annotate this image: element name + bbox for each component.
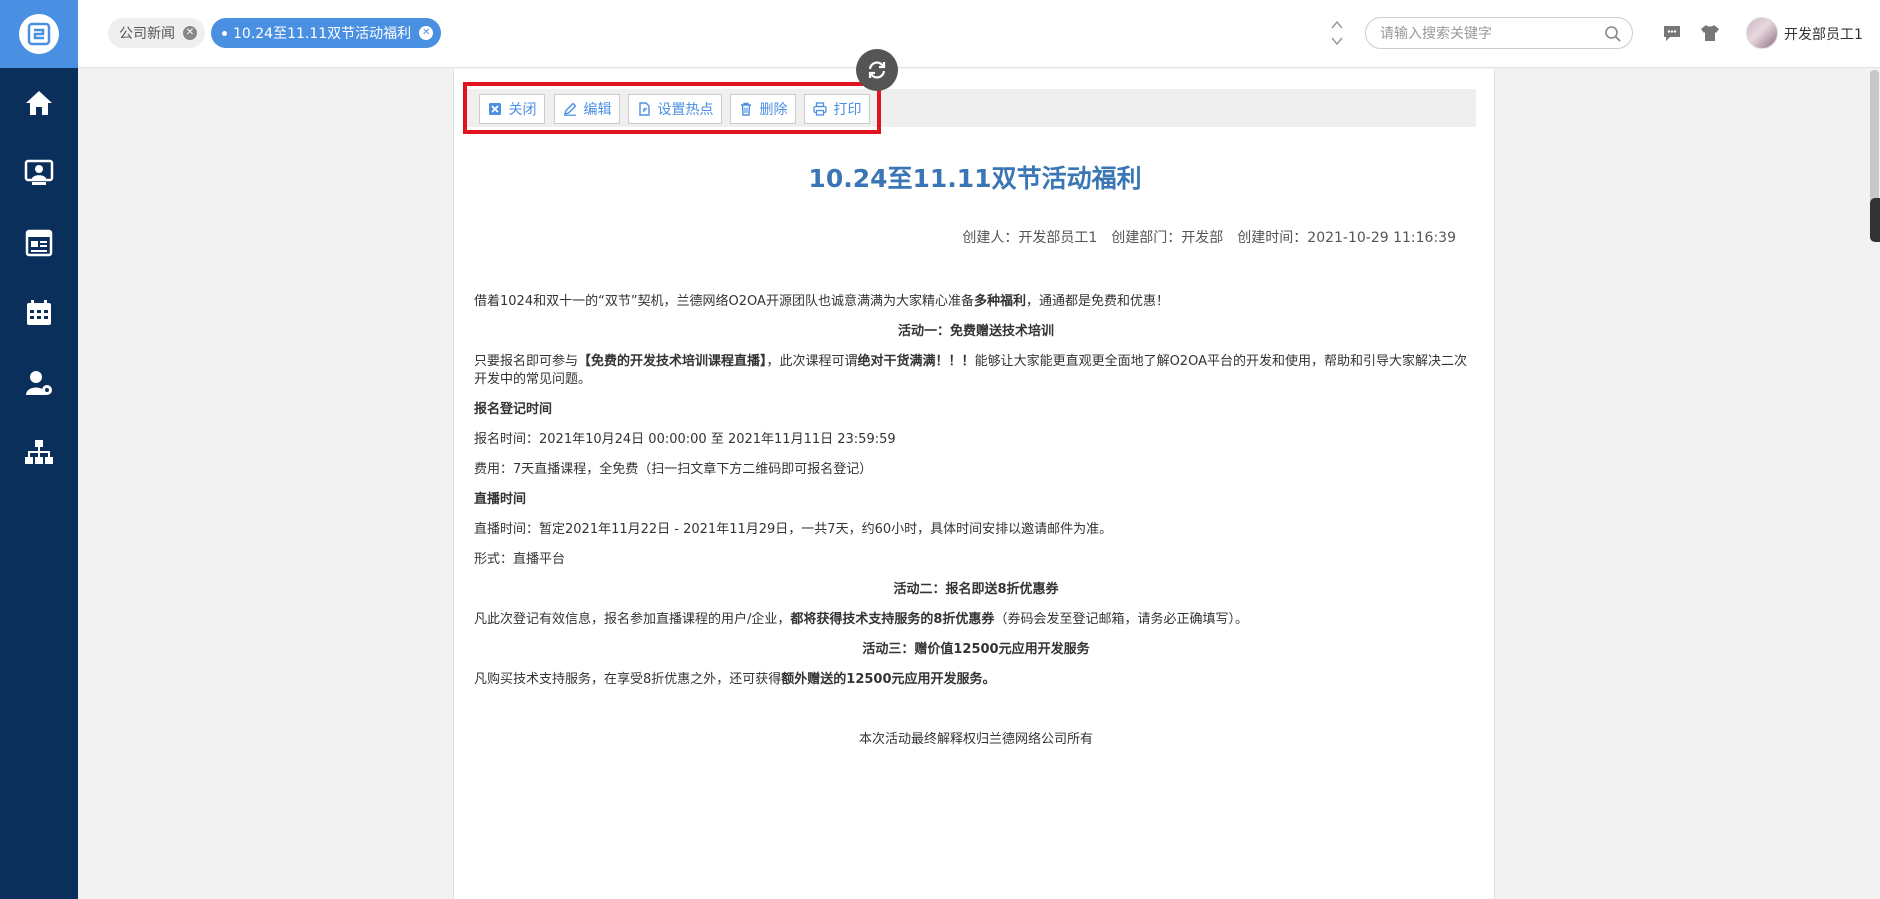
sidebar-item-user-settings[interactable] xyxy=(0,348,78,418)
calendar-icon xyxy=(27,300,51,325)
chat-icon[interactable] xyxy=(1661,22,1683,44)
intro-text: 借着1024和双十一的“双节”契机，兰德网络O2OA开源团队也诚意满满为大家精心… xyxy=(474,294,974,309)
activity1-text-mid: ，此次课程可谓 xyxy=(766,354,858,369)
search-icon[interactable] xyxy=(1604,25,1622,43)
app-logo[interactable] xyxy=(0,0,78,68)
live-heading: 直播时间 xyxy=(474,492,527,507)
activity2-bold: 都将获得技术支持服务的8折优惠券 xyxy=(790,612,995,627)
activity3-heading: 活动三：赠价值12500元应用开发服务 xyxy=(862,642,1090,657)
dept-value: 开发部 xyxy=(1181,230,1224,246)
sidebar-item-news[interactable] xyxy=(0,208,78,278)
news-icon xyxy=(25,229,53,257)
dept-label: 创建部门： xyxy=(1111,230,1182,246)
tab-company-news[interactable]: 公司新闻 ✕ xyxy=(108,18,205,48)
creator-value: 开发部员工1 xyxy=(1018,230,1098,246)
activity3-bold: 额外赠送的12500元应用开发服务。 xyxy=(781,672,996,687)
activity2-text: 凡此次登记有效信息，报名参加直播课程的用户/企业， xyxy=(474,612,791,627)
sidebar-item-calendar[interactable] xyxy=(0,278,78,348)
activity3-paragraph: 凡购买技术支持服务，在享受8折优惠之外，还可获得额外赠送的12500元应用开发服… xyxy=(474,671,996,689)
activity1-text: 只要报名即可参与 xyxy=(474,354,579,369)
registration-heading: 报名登记时间 xyxy=(474,402,553,417)
refresh-button[interactable] xyxy=(856,49,898,91)
activity2-text-end: （券码会发至登记邮箱，请务必正确填写）。 xyxy=(994,612,1248,627)
scrollbar-thumb[interactable] xyxy=(1870,70,1879,210)
time-label: 创建时间： xyxy=(1237,230,1308,246)
footer-note: 本次活动最终解释权归兰德网络公司所有 xyxy=(858,732,1093,747)
activity3-text: 凡购买技术支持服务，在享受8折优惠之外，还可获得 xyxy=(474,672,782,687)
user-gear-icon xyxy=(26,371,52,395)
fee-text: 费用：7天直播课程，全免费（扫一扫文章下方二维码即可报名登记） xyxy=(474,462,873,477)
document-panel: 关闭 编辑 设置热点 删除 打印 10.24至11.11双节活动福利 创建人：开… xyxy=(453,69,1495,899)
top-bar: 公司新闻 ✕ 10.24至11.11双节活动福利 ✕ 开发部员工1 xyxy=(78,0,1880,68)
org-chart-icon xyxy=(25,440,53,464)
time-meta: 创建时间：2021-10-29 11:16:39 xyxy=(1237,227,1456,247)
intro-bold: 多种福利 xyxy=(973,294,1026,309)
expand-collapse-icon[interactable] xyxy=(1330,18,1344,48)
page-title: 10.24至11.11双节活动福利 xyxy=(808,164,1142,193)
document-meta: 创建人：开发部员工1 创建部门：开发部 创建时间：2021-10-29 11:1… xyxy=(962,227,1456,247)
tab-close-icon[interactable]: ✕ xyxy=(419,26,434,40)
activity1-paragraph: 只要报名即可参与【免费的开发技术培训课程直播】，此次课程可谓绝对干货满满！！！能… xyxy=(474,353,1478,389)
sidebar-item-home[interactable] xyxy=(0,68,78,138)
active-dot-icon xyxy=(222,30,227,36)
format-text: 形式：直播平台 xyxy=(474,552,566,567)
person-screen-icon xyxy=(24,159,54,185)
activity1-heading: 活动一：免费赠送技术培训 xyxy=(897,324,1054,339)
user-name[interactable]: 开发部员工1 xyxy=(1784,24,1863,44)
registration-time: 报名时间：2021年10月24日 00:00:00 至 2021年11月11日 … xyxy=(474,432,896,447)
live-time: 直播时间：暂定2021年11月22日 - 2021年11月29日，一共7天，约6… xyxy=(474,522,1113,537)
activity2-heading: 活动二：报名即送8折优惠券 xyxy=(893,582,1059,597)
activity1-bold-2: 绝对干货满满！！！ xyxy=(857,354,975,369)
toolbar-highlight xyxy=(463,82,881,134)
sidebar xyxy=(0,0,78,899)
search-input[interactable] xyxy=(1380,24,1590,44)
dept-meta: 创建部门：开发部 xyxy=(1111,227,1223,247)
tab-label: 公司新闻 xyxy=(119,26,175,42)
side-panel-handle[interactable] xyxy=(1870,198,1880,242)
activity2-paragraph: 凡此次登记有效信息，报名参加直播课程的用户/企业，都将获得技术支持服务的8折优惠… xyxy=(474,611,1248,629)
home-icon xyxy=(26,91,52,115)
search-box xyxy=(1365,17,1633,49)
sidebar-item-contacts[interactable] xyxy=(0,138,78,208)
creator-meta: 创建人：开发部员工1 xyxy=(962,227,1097,247)
app-logo-icon xyxy=(19,14,59,54)
time-value: 2021-10-29 11:16:39 xyxy=(1307,230,1456,246)
activity1-bold: 【免费的开发技术培训课程直播】 xyxy=(578,354,767,369)
tab-activity-article[interactable]: 10.24至11.11双节活动福利 ✕ xyxy=(211,18,442,48)
sidebar-item-org-chart[interactable] xyxy=(0,418,78,488)
intro-text-end: ，通通都是免费和优惠！ xyxy=(1025,294,1169,309)
creator-label: 创建人： xyxy=(962,230,1019,246)
intro-paragraph: 借着1024和双十一的“双节”契机，兰德网络O2OA开源团队也诚意满满为大家精心… xyxy=(474,293,1169,311)
tab-close-icon[interactable]: ✕ xyxy=(183,26,197,40)
avatar[interactable] xyxy=(1746,17,1778,49)
refresh-icon xyxy=(868,61,886,79)
shirt-icon[interactable] xyxy=(1699,22,1721,44)
tab-label: 10.24至11.11双节活动福利 xyxy=(233,26,412,42)
